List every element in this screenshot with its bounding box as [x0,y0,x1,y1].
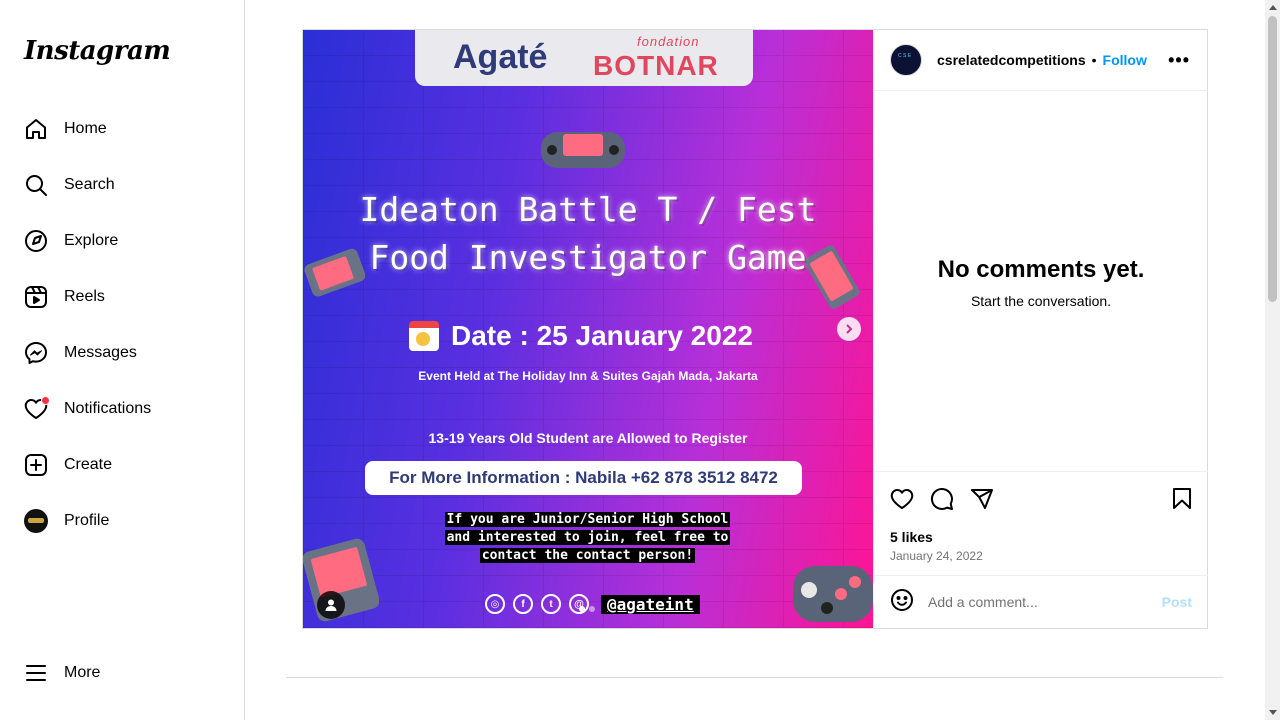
twitter-social-icon: t [541,594,561,614]
emoji-icon[interactable] [890,588,914,617]
feed-divider [286,677,1223,678]
sidebar-item-profile[interactable]: Profile [12,497,232,545]
flyer-venue: Event Held at The Holiday Inn & Suites G… [418,369,758,383]
facebook-social-icon: f [513,594,533,614]
separator-dot: • [1091,52,1097,68]
profile-avatar-wrapper [24,509,48,533]
sidebar-item-messages[interactable]: Messages [12,329,232,377]
sidebar: Instagram Home Search Explore Reels Mess… [0,0,245,720]
avatar[interactable] [890,44,922,76]
no-comments-subtitle: Start the conversation. [970,293,1112,309]
page-scrollbar[interactable] [1265,0,1280,720]
sidebar-item-label: Messages [64,344,137,361]
flyer-note-line: and interested to join, feel free to [444,530,731,545]
hamburger-menu-icon [24,661,48,685]
share-icon[interactable] [969,486,995,512]
sidebar-item-label: Notifications [64,400,152,417]
flyer-note: If you are Junior/Senior High School and… [417,511,758,565]
flyer-eligibility: 13-19 Years Old Student are Allowed to R… [428,430,748,446]
post-header: csrelatedcompetitions • Follow ••• [874,30,1208,91]
messenger-icon [24,341,48,365]
sidebar-item-home[interactable]: Home [12,105,232,153]
save-bookmark-icon[interactable] [1169,486,1195,512]
carousel-dot-active [579,606,585,612]
post-comment-button[interactable]: Post [1162,594,1192,610]
sidebar-item-label: Reels [64,288,105,305]
heart-icon [24,396,50,421]
sidebar-item-create[interactable]: Create [12,441,232,489]
search-icon [24,173,48,197]
flyer-date: Date : 25 January 2022 [409,320,753,352]
fondation-label: fondation [637,34,700,49]
post-details-panel: csrelatedcompetitions • Follow ••• No co… [873,30,1208,628]
flyer-title-line1: Ideaton Battle T / Fest [359,190,817,229]
post-media[interactable]: Agaté fondation BOTNAR Ideaton Battle T … [303,30,873,628]
botnar-logo: BOTNAR [593,50,719,81]
tagged-users-button[interactable] [317,591,345,619]
reels-icon [24,285,48,309]
notification-dot [41,396,50,405]
flyer-title-line2: Food Investigator Game [369,238,807,277]
flyer-handle: @agateint [601,594,700,614]
sidebar-item-reels[interactable]: Reels [12,273,232,321]
carousel-dot [589,606,595,612]
carousel-next-button[interactable] [837,317,861,341]
sidebar-item-label: Search [64,176,115,193]
user-icon [325,599,337,611]
chevron-right-icon [846,324,853,334]
comment-icon[interactable] [929,486,955,512]
flyer-contact: For More Information : Nabila +62 878 35… [365,461,802,495]
flyer-note-line: If you are Junior/Senior High School [444,512,731,527]
likes-count[interactable]: 5 likes [890,529,933,545]
carousel-indicators [579,606,595,612]
sidebar-item-label: Explore [64,232,119,249]
instagram-logo[interactable]: Instagram [24,36,171,66]
calendar-icon [409,321,439,351]
like-heart-icon[interactable] [889,486,915,512]
sidebar-item-label: Home [64,120,107,137]
agate-logo: Agaté [453,38,548,76]
post-card: Agaté fondation BOTNAR Ideaton Battle T … [302,29,1208,629]
follow-button[interactable]: Follow [1103,52,1147,68]
home-icon [24,117,48,141]
compass-icon [24,229,48,253]
scroll-thumb[interactable] [1268,16,1277,302]
comment-bar: Post [874,575,1208,628]
scroll-up-arrow-icon[interactable] [1269,5,1277,10]
sidebar-item-label: Create [64,456,113,473]
post-date[interactable]: January 24, 2022 [890,549,983,563]
scroll-down-arrow-icon[interactable] [1269,710,1277,715]
plus-square-icon [24,453,48,477]
flyer-note-line: contact the contact person! [479,548,696,563]
flyer-date-text: Date : 25 January 2022 [451,320,753,351]
no-comments-title: No comments yet. [937,256,1145,283]
sidebar-item-label: More [64,664,101,681]
gamepad-illustration-2 [793,566,873,622]
avatar [24,509,48,533]
comment-input[interactable] [928,594,1148,610]
sidebar-item-notifications[interactable]: Notifications [12,385,232,433]
more-options-icon[interactable]: ••• [1168,50,1190,71]
post-username[interactable]: csrelatedcompetitions [937,52,1086,68]
post-actions: 5 likes January 24, 2022 [874,471,1208,575]
instagram-social-icon: ◎ [485,594,505,614]
sidebar-item-search[interactable]: Search [12,161,232,209]
sidebar-item-more[interactable]: More [12,649,232,697]
sponsor-logos: Agaté fondation BOTNAR [415,30,753,86]
sidebar-item-explore[interactable]: Explore [12,217,232,265]
sidebar-item-label: Profile [64,512,110,529]
gamepad-illustration [541,132,625,168]
